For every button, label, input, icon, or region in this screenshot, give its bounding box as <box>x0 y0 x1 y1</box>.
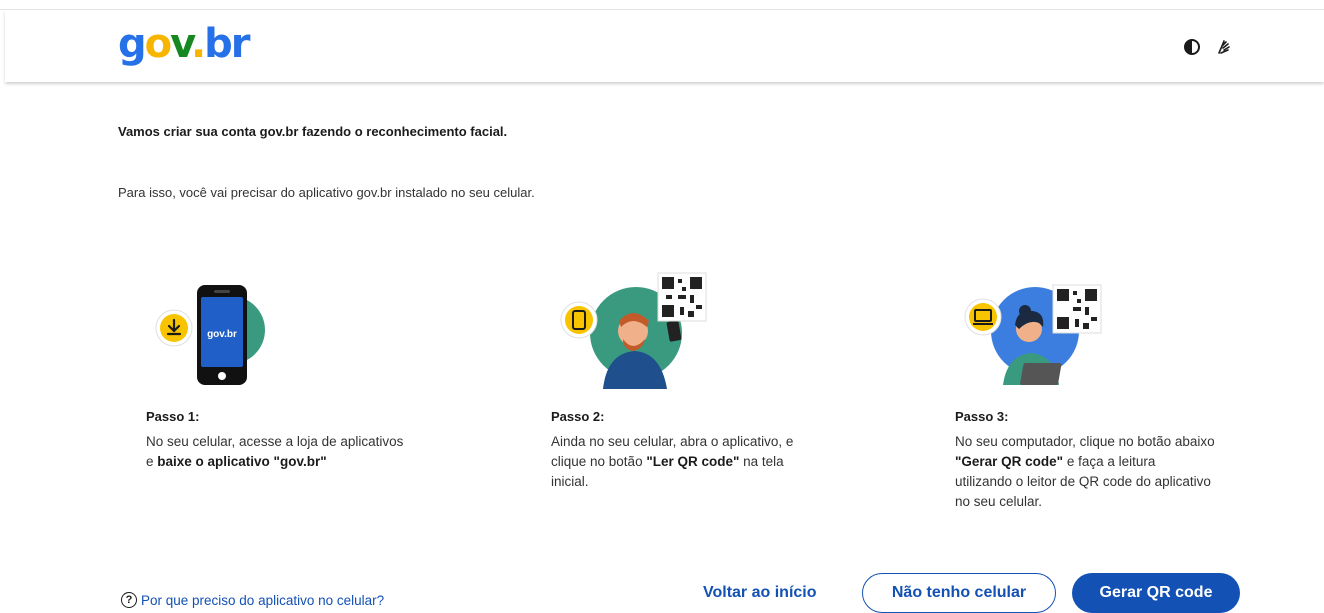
step-1-title: Passo 1: <box>146 409 200 424</box>
step-1-description: No seu celular, acesse a loja de aplicat… <box>146 434 404 469</box>
intro-heading: Vamos criar sua conta gov.br fazendo o r… <box>118 124 508 139</box>
generate-qr-button[interactable]: Gerar QR code <box>1072 573 1240 613</box>
step-2-title: Passo 2: <box>551 409 605 424</box>
step-1: gov.br Passo 1: No seu celular, acesse a… <box>146 265 406 472</box>
step-3-description: No seu computador, clique no botão abaix… <box>955 434 1215 509</box>
step-3-title: Passo 3: <box>955 409 1009 424</box>
govbr-logo[interactable]: gov.br <box>118 20 251 68</box>
step-2: Passo 2: Ainda no seu celular, abra o ap… <box>551 265 811 492</box>
question-icon: ? <box>121 592 137 608</box>
back-to-start-button[interactable]: Voltar ao início <box>703 584 817 602</box>
header-actions <box>1182 37 1234 57</box>
step-2-description: Ainda no seu celular, abra o aplicativo,… <box>551 434 794 489</box>
generate-qr-illustration <box>955 265 1125 395</box>
no-phone-button[interactable]: Não tenho celular <box>862 573 1056 613</box>
download-app-illustration: gov.br <box>146 265 316 395</box>
help-link-label: Por que preciso do aplicativo no celular… <box>141 592 385 608</box>
header: gov.br <box>5 10 1324 82</box>
contrast-icon[interactable] <box>1182 37 1202 57</box>
help-link[interactable]: ? Por que preciso do aplicativo no celul… <box>121 592 384 608</box>
svg-text:gov.br: gov.br <box>207 329 237 340</box>
step-3: Passo 3: No seu computador, clique no bo… <box>955 265 1215 512</box>
hand-sign-icon[interactable] <box>1214 37 1234 57</box>
scan-qr-illustration <box>551 265 721 395</box>
intro-subtext: Para isso, você vai precisar do aplicati… <box>118 185 535 200</box>
